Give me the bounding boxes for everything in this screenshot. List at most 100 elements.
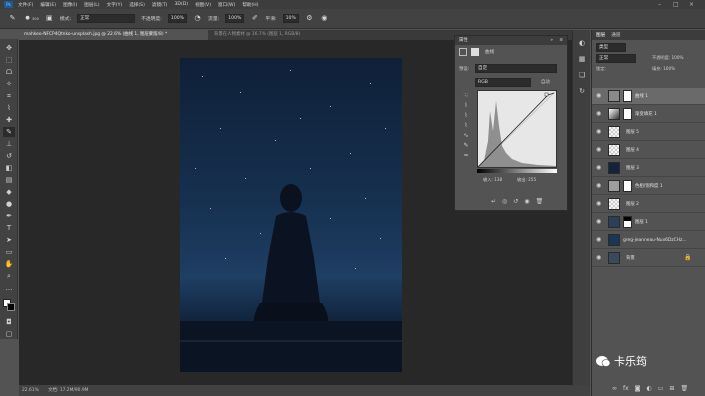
target-adjust-icon[interactable]: ☜ bbox=[461, 91, 471, 101]
more-tools-icon[interactable]: … bbox=[3, 283, 15, 293]
layer-row[interactable]: ◉ 图层 1 bbox=[592, 214, 705, 231]
menu-view[interactable]: 视图(V) bbox=[195, 2, 211, 8]
curves-graph[interactable] bbox=[477, 90, 557, 168]
settings-gear-icon[interactable]: ⚙ bbox=[305, 14, 314, 23]
visibility-eye-icon[interactable]: ◉ bbox=[596, 182, 601, 189]
menu-edit[interactable]: 编辑(E) bbox=[40, 2, 56, 8]
path-selection-tool-icon[interactable]: ➤ bbox=[3, 235, 15, 245]
smooth-curve-icon[interactable]: ≈ bbox=[461, 151, 471, 161]
brush-tool-icon[interactable]: ✎ bbox=[3, 127, 15, 137]
zoom-tool-icon[interactable]: ⌕ bbox=[3, 271, 15, 281]
reset-icon[interactable]: ↺ bbox=[513, 198, 518, 205]
layer-row[interactable]: ◉ 背景 🔒 bbox=[592, 250, 705, 267]
hand-tool-icon[interactable]: ✋ bbox=[3, 259, 15, 269]
brush-tool-icon[interactable]: ✎ bbox=[8, 14, 17, 23]
layer-row[interactable]: ◉ 渐变填充 1 bbox=[592, 106, 705, 123]
brush-preset-icon[interactable]: ● bbox=[23, 14, 32, 23]
layer-mask-thumbnail[interactable] bbox=[623, 216, 632, 228]
layer-style-icon[interactable]: fx bbox=[623, 385, 629, 392]
layer-mask-thumbnail[interactable] bbox=[623, 108, 632, 120]
layer-row[interactable]: ◉ 图层 3 bbox=[592, 160, 705, 177]
channel-select[interactable]: RGB bbox=[475, 78, 531, 87]
magic-wand-tool-icon[interactable]: ✧ bbox=[3, 79, 15, 89]
rectangle-tool-icon[interactable]: ▭ bbox=[3, 247, 15, 257]
new-adjustment-icon[interactable]: ◐ bbox=[647, 385, 652, 392]
visibility-icon[interactable]: ◉ bbox=[524, 198, 529, 205]
menu-filter[interactable]: 滤镜(T) bbox=[152, 2, 168, 8]
layer-mask-thumbnail[interactable] bbox=[623, 90, 632, 102]
output-value[interactable]: 输出: 255 bbox=[517, 177, 536, 183]
layer-row[interactable]: ◉ greg-jeanneau-Nux6DzCHz... bbox=[592, 232, 705, 249]
healing-brush-tool-icon[interactable]: ✚ bbox=[3, 115, 15, 125]
zoom-level[interactable]: 22.61% bbox=[22, 388, 39, 393]
curve-point-icon[interactable]: ∿ bbox=[461, 131, 471, 141]
add-mask-icon[interactable]: ◙ bbox=[635, 385, 641, 392]
menu-layer[interactable]: 图层(L) bbox=[84, 2, 99, 8]
gradient-tool-icon[interactable]: ▤ bbox=[3, 175, 15, 185]
view-previous-icon[interactable]: ◎ bbox=[502, 198, 507, 205]
auto-button[interactable]: 自动 bbox=[541, 79, 550, 85]
menu-help[interactable]: 帮助(H) bbox=[242, 2, 258, 8]
screen-mode-icon[interactable]: ▢ bbox=[3, 329, 15, 339]
black-point-eyedropper-icon[interactable]: ⌇ bbox=[461, 101, 471, 111]
move-tool-icon[interactable]: ✥ bbox=[3, 43, 15, 53]
layer-mask-thumbnail[interactable] bbox=[623, 180, 632, 192]
close-icon[interactable]: × bbox=[689, 1, 694, 8]
delete-icon[interactable]: 🗑 bbox=[536, 198, 544, 205]
document-canvas-image[interactable] bbox=[180, 58, 402, 372]
swatches-panel-icon[interactable]: ▦ bbox=[577, 54, 587, 64]
visibility-eye-icon[interactable]: ◉ bbox=[596, 92, 601, 99]
marquee-tool-icon[interactable]: ⬚ bbox=[3, 55, 15, 65]
layer-row[interactable]: ◉ 曲线 1 bbox=[592, 88, 705, 105]
blur-tool-icon[interactable]: ◆ bbox=[3, 187, 15, 197]
libraries-panel-icon[interactable]: ❏ bbox=[577, 70, 587, 80]
delete-layer-icon[interactable]: 🗑 bbox=[680, 385, 688, 392]
history-brush-tool-icon[interactable]: ↺ bbox=[3, 151, 15, 161]
history-panel-icon[interactable]: ↻ bbox=[577, 86, 587, 96]
visibility-eye-icon[interactable]: ◉ bbox=[596, 128, 601, 135]
dodge-tool-icon[interactable]: ● bbox=[3, 199, 15, 209]
new-group-icon[interactable]: ▭ bbox=[658, 385, 664, 392]
minimize-icon[interactable]: – bbox=[658, 1, 661, 8]
menu-3d[interactable]: 3D(D) bbox=[174, 2, 188, 7]
menu-window[interactable]: 窗口(W) bbox=[218, 2, 235, 8]
layer-row[interactable]: ◉ 色相/饱和度 1 bbox=[592, 178, 705, 195]
airbrush-icon[interactable]: ✐ bbox=[250, 14, 259, 23]
input-value[interactable]: 输入: 138 bbox=[483, 177, 502, 183]
brush-panel-icon[interactable]: ▣ bbox=[45, 14, 54, 23]
clip-to-layer-icon[interactable]: ↵ bbox=[491, 198, 496, 205]
background-color-swatch[interactable] bbox=[7, 303, 15, 311]
visibility-eye-icon[interactable]: ◉ bbox=[596, 110, 601, 117]
link-layers-icon[interactable]: ∞ bbox=[612, 385, 617, 392]
maximize-icon[interactable]: □ bbox=[673, 1, 679, 8]
lasso-tool-icon[interactable]: ᗝ bbox=[3, 67, 15, 77]
visibility-eye-icon[interactable]: ◉ bbox=[596, 146, 601, 153]
visibility-eye-icon[interactable]: ◉ bbox=[596, 236, 601, 243]
quick-mask-icon[interactable]: ◘ bbox=[3, 317, 15, 327]
tab-layers[interactable]: 图层 bbox=[596, 32, 605, 38]
visibility-eye-icon[interactable]: ◉ bbox=[596, 218, 601, 225]
tab-active-document[interactable]: mahkeo-NFCP4Qtnko-unsplash.jpg @ 22.6% (… bbox=[20, 30, 208, 40]
crop-tool-icon[interactable]: ⌗ bbox=[3, 91, 15, 101]
new-layer-icon[interactable]: ⊞ bbox=[669, 385, 674, 392]
eraser-tool-icon[interactable]: ◧ bbox=[3, 163, 15, 173]
doc-size[interactable]: 文档: 17.2M/90.9M bbox=[48, 388, 88, 393]
color-panel-icon[interactable]: ◐ bbox=[577, 38, 587, 48]
visibility-eye-icon[interactable]: ◉ bbox=[596, 164, 601, 171]
collapse-icon[interactable]: » bbox=[550, 36, 553, 45]
preset-select[interactable]: 自定 bbox=[475, 64, 557, 73]
pressure-opacity-icon[interactable]: ◔ bbox=[193, 14, 202, 23]
visibility-eye-icon[interactable]: ◉ bbox=[596, 200, 601, 207]
type-tool-icon[interactable]: T bbox=[3, 223, 15, 233]
mode-select[interactable]: 正常 bbox=[77, 14, 136, 23]
visibility-eye-icon[interactable]: ◉ bbox=[596, 254, 601, 261]
mask-icon[interactable] bbox=[471, 48, 479, 56]
clone-stamp-tool-icon[interactable]: ⊥ bbox=[3, 139, 15, 149]
menu-select[interactable]: 选择(S) bbox=[129, 2, 145, 8]
pressure-size-icon[interactable]: ◉ bbox=[320, 14, 329, 23]
pencil-curve-icon[interactable]: ✎ bbox=[461, 141, 471, 151]
tab-second-document[interactable]: 背景在人物素材 @ 16.7% (图层 1, RGB/8) bbox=[210, 30, 340, 40]
menu-type[interactable]: 文字(Y) bbox=[107, 2, 123, 8]
pen-tool-icon[interactable]: ✒ bbox=[3, 211, 15, 221]
menu-image[interactable]: 图像(I) bbox=[63, 2, 77, 8]
